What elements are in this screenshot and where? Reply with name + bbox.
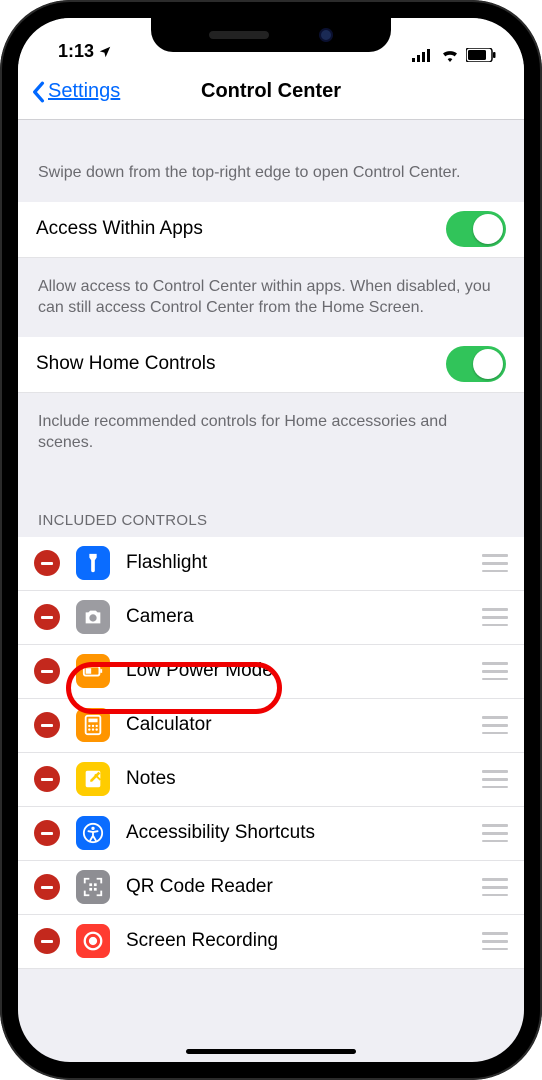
access-within-apps-row: Access Within Apps (18, 202, 524, 258)
status-time: 1:13 (58, 41, 94, 62)
qr-icon (76, 870, 110, 904)
notes-icon (76, 762, 110, 796)
list-item: Calculator (18, 699, 524, 753)
drag-handle-icon[interactable] (482, 770, 508, 788)
drag-handle-icon[interactable] (482, 554, 508, 572)
cellular-icon (412, 48, 434, 62)
list-item: Accessibility Shortcuts (18, 807, 524, 861)
list-item-label: Camera (126, 606, 194, 628)
drag-handle-icon[interactable] (482, 662, 508, 680)
list-item-label: QR Code Reader (126, 876, 273, 898)
list-item: QR Code Reader (18, 861, 524, 915)
show-home-controls-label: Show Home Controls (36, 353, 216, 375)
list-item: Flashlight (18, 537, 524, 591)
list-item-label: Calculator (126, 714, 212, 736)
access-within-apps-desc: Allow access to Control Center within ap… (18, 258, 524, 337)
back-button[interactable]: Settings (30, 80, 120, 103)
phone-frame: 1:13 Settings Control Center Swipe down … (0, 0, 542, 1080)
intro-text: Swipe down from the top-right edge to op… (18, 120, 524, 202)
show-home-controls-desc: Include recommended controls for Home ac… (18, 393, 524, 472)
battery-icon (466, 48, 496, 62)
home-indicator[interactable] (186, 1049, 356, 1054)
drag-handle-icon[interactable] (482, 824, 508, 842)
wifi-icon (440, 48, 460, 62)
remove-button[interactable] (34, 712, 60, 738)
access-within-apps-label: Access Within Apps (36, 218, 203, 240)
remove-button[interactable] (34, 928, 60, 954)
remove-button[interactable] (34, 604, 60, 630)
nav-bar: Settings Control Center (18, 64, 524, 120)
remove-button[interactable] (34, 874, 60, 900)
chevron-left-icon (30, 81, 46, 103)
location-icon (98, 45, 112, 59)
list-item: Camera (18, 591, 524, 645)
remove-button[interactable] (34, 658, 60, 684)
calc-icon (76, 708, 110, 742)
show-home-controls-toggle[interactable] (446, 346, 506, 382)
screen: 1:13 Settings Control Center Swipe down … (18, 18, 524, 1062)
record-icon (76, 924, 110, 958)
remove-button[interactable] (34, 550, 60, 576)
flashlight-icon (76, 546, 110, 580)
included-controls-list: Flashlight Camera Low Power Mode Calculator… (18, 537, 524, 969)
list-item-label: Flashlight (126, 552, 207, 574)
show-home-controls-row: Show Home Controls (18, 337, 524, 393)
access-icon (76, 816, 110, 850)
list-item-label: Notes (126, 768, 176, 790)
access-within-apps-toggle[interactable] (446, 211, 506, 247)
included-controls-header: INCLUDED CONTROLS (18, 472, 524, 537)
list-item: Notes (18, 753, 524, 807)
list-item: Screen Recording (18, 915, 524, 969)
list-item-label: Accessibility Shortcuts (126, 822, 315, 844)
list-item-label: Low Power Mode (126, 660, 273, 682)
drag-handle-icon[interactable] (482, 608, 508, 626)
drag-handle-icon[interactable] (482, 716, 508, 734)
drag-handle-icon[interactable] (482, 932, 508, 950)
remove-button[interactable] (34, 820, 60, 846)
battery-icon (76, 654, 110, 688)
notch (151, 18, 391, 52)
camera-icon (76, 600, 110, 634)
back-label: Settings (48, 80, 120, 103)
remove-button[interactable] (34, 766, 60, 792)
drag-handle-icon[interactable] (482, 878, 508, 896)
list-item-label: Screen Recording (126, 930, 278, 952)
list-item: Low Power Mode (18, 645, 524, 699)
